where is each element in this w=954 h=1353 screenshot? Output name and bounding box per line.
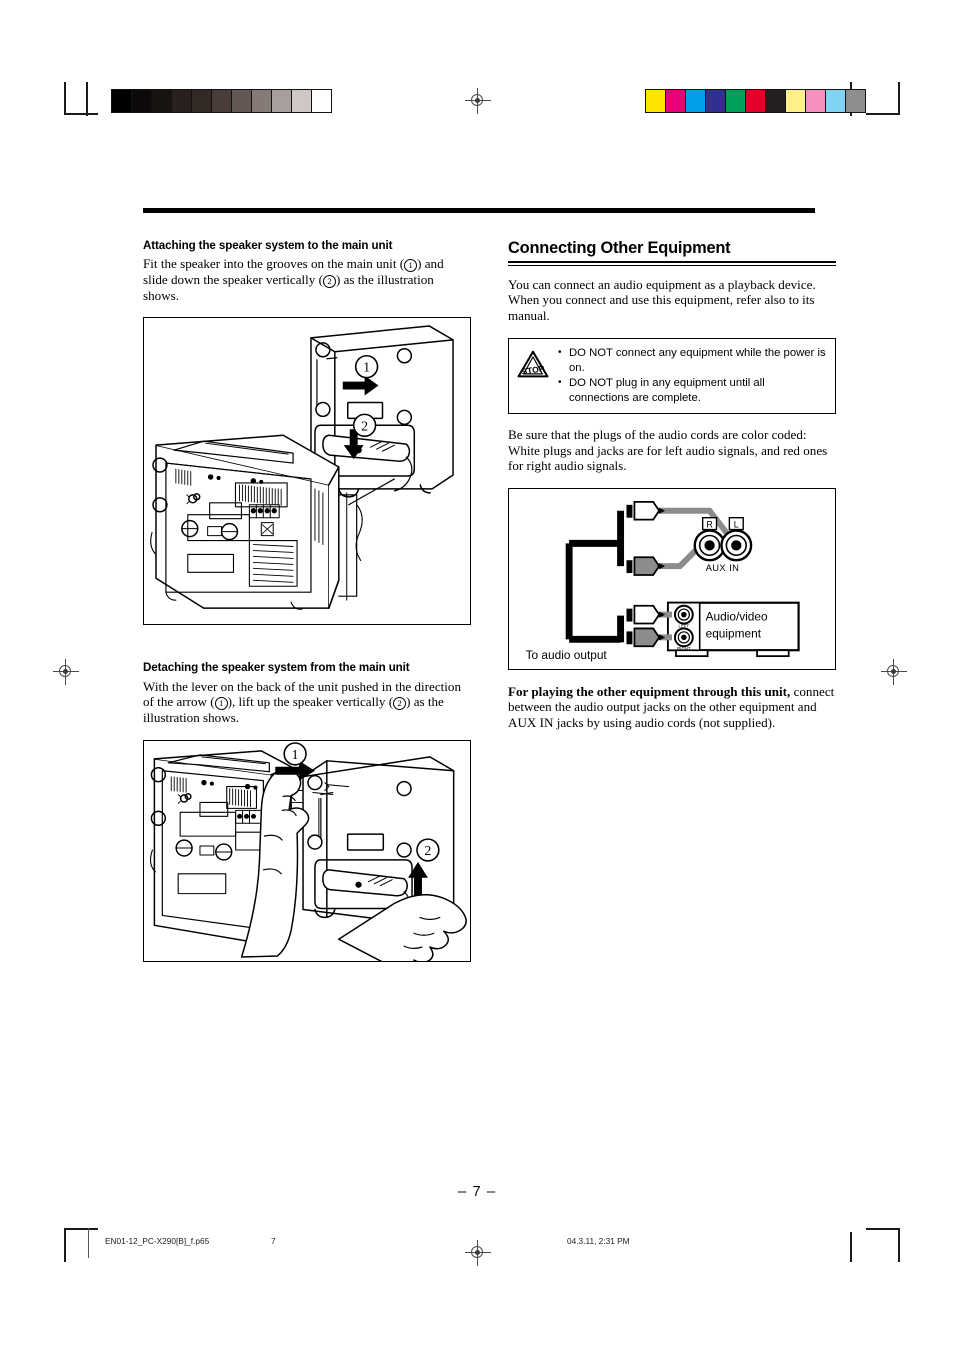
jack-l-label: L [734,519,739,529]
crop-mark-bottom-left [64,1228,98,1262]
detaching-paragraph: With the lever on the back of the unit p… [143,679,471,726]
page-number: – 7 – [457,1183,497,1200]
footer-timestamp: 04.3.11, 2:31 PM [567,1236,630,1246]
attaching-speaker-illustration: 1 2 [150,325,454,611]
caution-box: STOP DO NOT connect any equipment while … [508,338,836,415]
plug-gray-bottom [626,627,666,647]
footer-page-number: 7 [271,1236,276,1246]
color-patch [666,90,686,112]
grayscale-patch [192,90,212,112]
grayscale-patch [292,90,312,112]
page-title: Connecting Other Equipment [508,239,731,257]
crop-mark-top-left-inner [86,82,88,116]
connection-diagram-figure: R L AUX IN Audio/video equipment LEFT RI… [508,487,836,670]
connection-diagram: R L AUX IN Audio/video equipment LEFT RI… [526,500,800,662]
crop-mark-top-left [64,82,98,116]
detaching-heading: Detaching the speaker system from the ma… [143,661,410,675]
grayscale-patch [152,90,172,112]
inline-marker-1: 1 [214,696,228,710]
plug-white-bottom [626,604,666,625]
grayscale-step-wedge [111,89,332,113]
registration-mark-top-center [465,88,491,114]
left-column: Attaching the speaker system to the main… [143,239,471,962]
color-control-bars [645,89,866,113]
aux-in-jacks [693,529,753,562]
color-patch [766,90,786,112]
color-patch [746,90,766,112]
color-patch [646,90,666,112]
stop-icon: STOP [516,346,550,384]
equipment-label-line2: equipment [706,626,762,640]
grayscale-patch [232,90,252,112]
figure-callout-2-label: 2 [361,420,368,435]
attaching-paragraph: Fit the speaker into the grooves on the … [143,256,471,303]
detaching-speaker-figure: 1 2 [143,739,471,962]
caution-item: DO NOT connect any equipment while the p… [557,346,827,375]
crop-mark-top-right [866,82,900,116]
figure-callout-1-label: 1 [363,361,370,376]
color-code-note: Be sure that the plugs of the audio cord… [508,427,828,474]
jack-r-label: R [706,519,713,529]
grayscale-patch [132,90,152,112]
caution-item: DO NOT plug in any equipment until all c… [557,376,827,405]
intro-paragraph: You can connect an audio equipment as a … [508,276,816,323]
attaching-speaker-figure: 1 2 [143,317,471,626]
footer-filename: EN01-12_PC-X290[B]_f.p65 [105,1236,210,1246]
equipment-jack-left-label: LEFT [679,623,690,628]
color-patch [686,90,706,112]
detaching-text-2: ), lift up the speaker vertically ( [227,694,394,710]
grayscale-patch [172,90,192,112]
caution-list: DO NOT connect any equipment while the p… [557,346,827,406]
grayscale-patch [252,90,272,112]
closing-paragraph: For playing the other equipment through … [508,684,836,731]
registration-mark-right-middle [881,659,907,685]
plug-white-top [626,500,666,521]
equipment-label-line1: Audio/video [706,609,768,623]
crop-mark-bottom-right-inner [850,1232,852,1262]
closing-bold-lead: For playing the other equipment through … [508,683,791,699]
inline-marker-2: 2 [322,274,336,288]
grayscale-patch [312,90,331,112]
header-rule [143,208,815,213]
page-content: Attaching the speaker system to the main… [143,208,836,962]
figure-callout-1-label: 1 [292,747,299,762]
grayscale-patch [212,90,232,112]
footer-rule [88,1228,90,1258]
right-column: Connecting Other Equipment You can conne… [508,239,836,962]
color-patch [806,90,826,112]
grayscale-patch [112,90,132,112]
color-patch [846,90,865,112]
registration-mark-left-middle [53,659,79,685]
crop-mark-bottom-right [866,1228,900,1262]
color-patch [726,90,746,112]
inline-marker-2: 2 [393,696,407,710]
color-patch [706,90,726,112]
plug-gray-top [626,556,666,576]
grayscale-patch [272,90,292,112]
attaching-text-1: Fit the speaker into the grooves on the … [143,256,405,272]
color-patch [786,90,806,112]
aux-in-label: AUX IN [706,562,740,573]
figure-callout-2-label: 2 [424,843,431,858]
registration-mark-bottom-center [465,1240,491,1266]
color-patch [826,90,846,112]
attaching-heading: Attaching the speaker system to the main… [143,239,393,252]
equipment-jack-right-label: RIGHT [677,646,691,651]
to-audio-output-label: To audio output [526,648,608,662]
title-rule [508,261,836,266]
detaching-speaker-illustration: 1 2 [149,741,467,961]
inline-marker-1: 1 [404,258,418,272]
